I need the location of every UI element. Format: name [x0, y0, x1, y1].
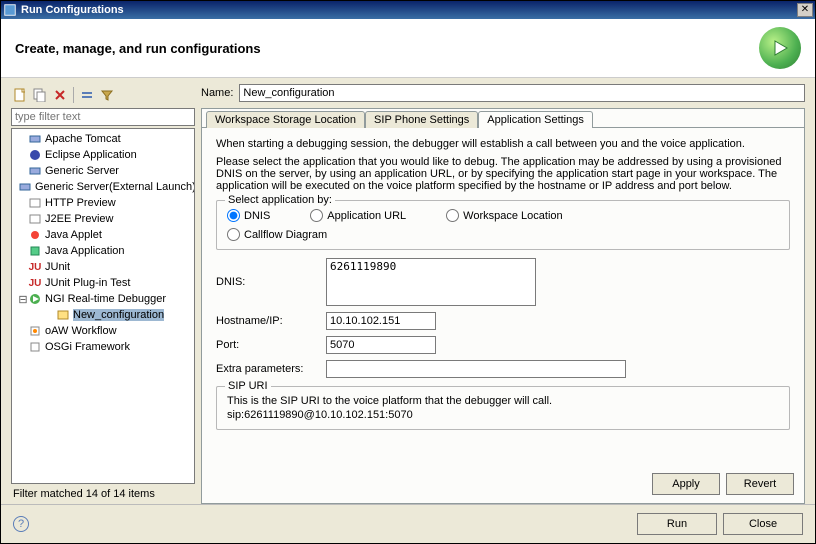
radio-dnis-input[interactable] [227, 209, 240, 222]
expand-icon[interactable]: ⊟ [18, 293, 28, 306]
description-line-1: When starting a debugging session, the d… [216, 138, 790, 150]
dialog-header: Create, manage, and run configurations [1, 19, 815, 78]
radio-workspace-location[interactable]: Workspace Location [446, 209, 562, 222]
radio-application-url[interactable]: Application URL [310, 209, 406, 222]
tree-item-osgi-framework[interactable]: OSGi Framework [12, 339, 194, 355]
description-line-2: Please select the application that you w… [216, 156, 790, 192]
right-panel: Name: Workspace Storage Location SIP Pho… [201, 84, 805, 504]
extra-params-input[interactable] [326, 360, 626, 378]
tree-item-j2ee-preview[interactable]: J2EE Preview [12, 211, 194, 227]
tree-item-junit-plugin-test[interactable]: JUJUnit Plug-in Test [12, 275, 194, 291]
dnis-input[interactable]: 6261119890 [326, 258, 536, 306]
tree-item-junit[interactable]: JUJUnit [12, 259, 194, 275]
toolbar-separator [73, 87, 74, 103]
tabs: Workspace Storage Location SIP Phone Set… [202, 109, 804, 128]
filter-input[interactable] [11, 108, 195, 126]
dnis-label: DNIS: [216, 276, 326, 288]
app-icon [3, 3, 17, 17]
collapse-all-icon[interactable] [78, 86, 96, 104]
tree-item-new-configuration[interactable]: New_configuration [12, 307, 194, 323]
left-panel: Apache Tomcat Eclipse Application Generi… [11, 84, 195, 504]
close-icon[interactable]: ✕ [797, 3, 813, 17]
run-header-icon [759, 27, 801, 69]
sip-uri-value: sip:6261119890@10.10.102.151:5070 [227, 409, 779, 421]
filter-icon[interactable] [98, 86, 116, 104]
page-title: Create, manage, and run configurations [15, 41, 759, 56]
tree-item-ngi-debugger[interactable]: ⊟NGI Real-time Debugger [12, 291, 194, 307]
tab-application-settings[interactable]: Application Settings [478, 111, 593, 128]
tab-workspace-storage[interactable]: Workspace Storage Location [206, 111, 365, 128]
tree-item-generic-server[interactable]: Generic Server [12, 163, 194, 179]
delete-config-icon[interactable] [51, 86, 69, 104]
new-config-icon[interactable] [11, 86, 29, 104]
window-title: Run Configurations [21, 4, 797, 16]
dialog-footer: ? Run Close [1, 504, 815, 543]
radio-url-input[interactable] [310, 209, 323, 222]
form-panel: Workspace Storage Location SIP Phone Set… [201, 108, 805, 504]
name-label: Name: [201, 87, 233, 99]
sip-uri-group: SIP URI This is the SIP URI to the voice… [216, 386, 790, 430]
apply-button[interactable]: Apply [652, 473, 720, 495]
tree-item-oaw-workflow[interactable]: oAW Workflow [12, 323, 194, 339]
tree-item-apache-tomcat[interactable]: Apache Tomcat [12, 131, 194, 147]
radio-dnis[interactable]: DNIS [227, 209, 270, 222]
revert-button[interactable]: Revert [726, 473, 794, 495]
tree-item-generic-server-external[interactable]: Generic Server(External Launch) [12, 179, 194, 195]
radio-workspace-input[interactable] [446, 209, 459, 222]
extra-params-label: Extra parameters: [216, 363, 326, 375]
tree-item-java-applet[interactable]: Java Applet [12, 227, 194, 243]
help-icon[interactable]: ? [13, 516, 29, 532]
sip-uri-title: SIP URI [225, 380, 271, 392]
radio-callflow-input[interactable] [227, 228, 240, 241]
tab-content: When starting a debugging session, the d… [202, 128, 804, 465]
config-toolbar [11, 84, 195, 108]
tree-item-http-preview[interactable]: HTTP Preview [12, 195, 194, 211]
port-input[interactable] [326, 336, 436, 354]
apply-revert-row: Apply Revert [202, 465, 804, 503]
filter-status: Filter matched 14 of 14 items [11, 484, 195, 504]
close-button[interactable]: Close [723, 513, 803, 535]
hostname-label: Hostname/IP: [216, 315, 326, 327]
select-application-group: Select application by: DNIS Application … [216, 200, 790, 250]
select-application-title: Select application by: [225, 194, 335, 206]
config-tree[interactable]: Apache Tomcat Eclipse Application Generi… [11, 128, 195, 484]
sip-uri-desc: This is the SIP URI to the voice platfor… [227, 395, 779, 407]
hostname-input[interactable] [326, 312, 436, 330]
radio-callflow-diagram[interactable]: Callflow Diagram [227, 228, 779, 241]
tree-item-eclipse-application[interactable]: Eclipse Application [12, 147, 194, 163]
tree-item-java-application[interactable]: Java Application [12, 243, 194, 259]
run-button[interactable]: Run [637, 513, 717, 535]
port-label: Port: [216, 339, 326, 351]
name-input[interactable] [239, 84, 805, 102]
tab-sip-phone-settings[interactable]: SIP Phone Settings [365, 111, 478, 128]
titlebar: Run Configurations ✕ [1, 1, 815, 19]
run-configurations-window: Run Configurations ✕ Create, manage, and… [0, 0, 816, 544]
duplicate-config-icon[interactable] [31, 86, 49, 104]
